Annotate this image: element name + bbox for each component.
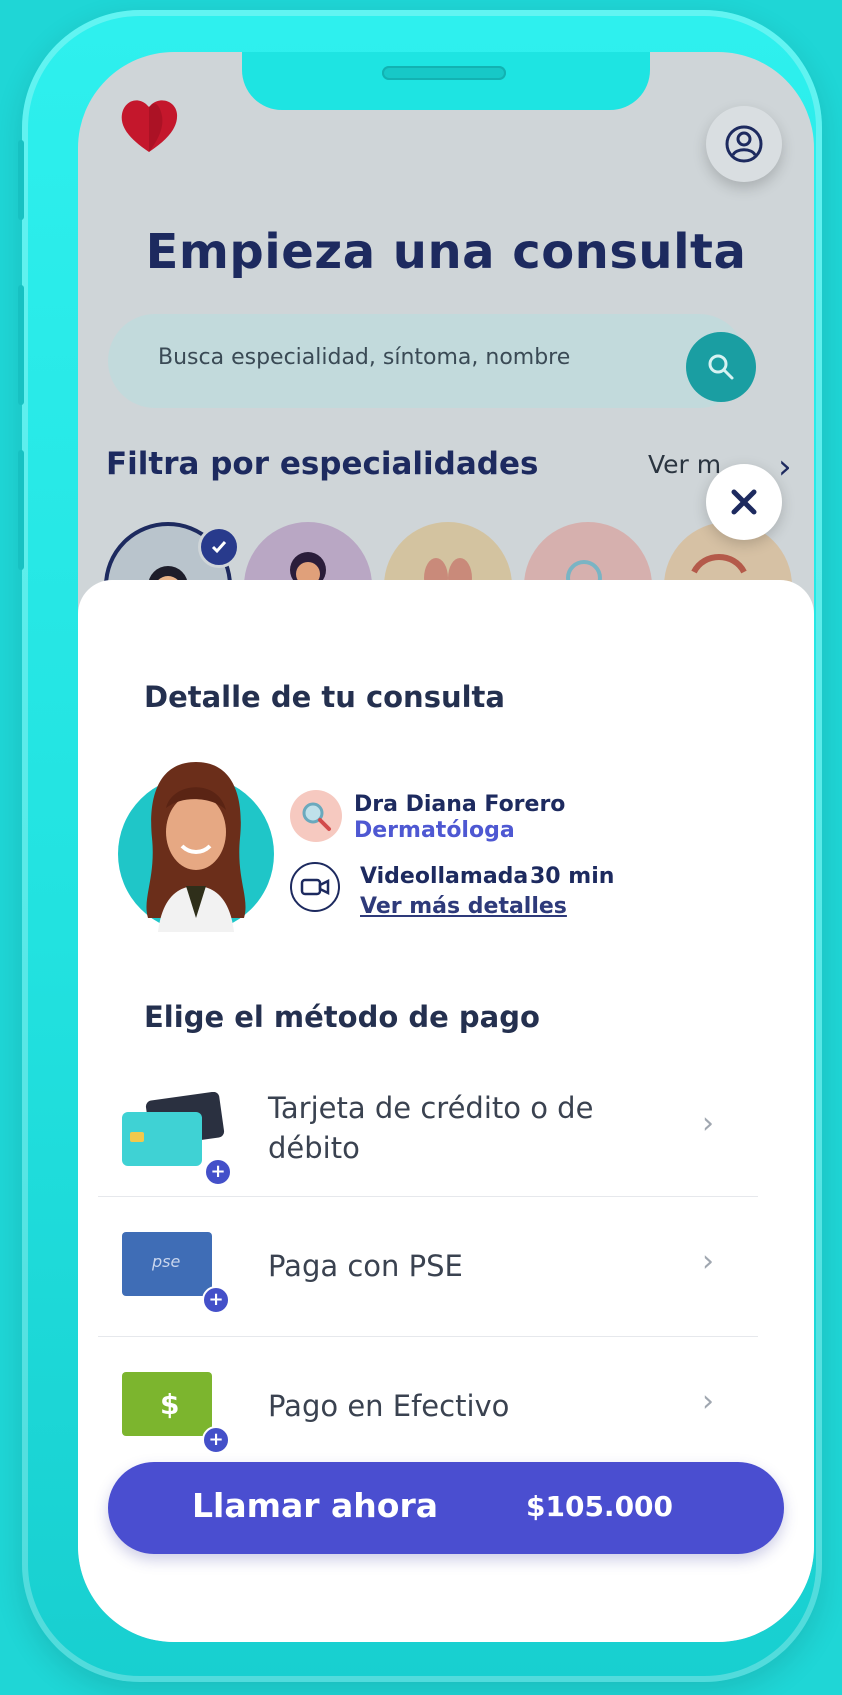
page-title: Empieza una consulta: [145, 224, 747, 280]
profile-button[interactable]: [706, 106, 782, 182]
details-link[interactable]: Ver más detalles: [360, 894, 567, 919]
app-screen: Empieza una consulta Busca especialidad,…: [78, 52, 814, 1642]
cash-icon: $: [122, 1372, 212, 1436]
payment-option-pse[interactable]: pse + Paga con PSE ›: [106, 1200, 786, 1330]
chevron-right-icon: ›: [702, 1106, 714, 1141]
search-button[interactable]: [686, 332, 756, 402]
search-bar[interactable]: Busca especialidad, síntoma, nombre: [108, 314, 756, 408]
chevron-right-icon: ›: [702, 1244, 714, 1279]
close-button[interactable]: [706, 464, 782, 540]
cta-price: $105.000: [526, 1490, 674, 1523]
heart-logo-icon: [118, 96, 180, 156]
divider: [98, 1336, 758, 1337]
see-more-link[interactable]: Ver m: [648, 450, 721, 479]
speaker-grille: [382, 66, 506, 80]
pse-icon: pse: [122, 1232, 212, 1296]
add-icon: +: [202, 1426, 230, 1454]
phone-side-button: [18, 450, 24, 570]
search-input[interactable]: Busca especialidad, síntoma, nombre: [158, 345, 570, 370]
call-now-button[interactable]: Llamar ahora $105.000: [108, 1462, 784, 1554]
detail-title: Detalle de tu consulta: [144, 680, 505, 714]
chevron-right-icon: ›: [702, 1384, 714, 1419]
phone-side-button: [18, 140, 24, 220]
payment-label-card-line1: Tarjeta de crédito o de: [268, 1091, 594, 1125]
doctor-specialty: Dermatóloga: [354, 818, 515, 843]
doctor-avatar: [118, 748, 274, 932]
cash-badge: $: [160, 1388, 180, 1421]
consult-type: Videollamada: [360, 864, 529, 889]
user-icon: [725, 125, 763, 163]
phone-side-button: [18, 285, 24, 405]
chevron-right-icon[interactable]: ›: [778, 447, 792, 487]
payment-option-cash[interactable]: $ + Pago en Efectivo ›: [106, 1340, 786, 1470]
payment-label-cash: Pago en Efectivo: [268, 1389, 510, 1423]
search-icon: [708, 354, 734, 380]
add-icon: +: [204, 1158, 232, 1186]
payment-option-card[interactable]: + Tarjeta de crédito o de débito ›: [106, 1066, 786, 1196]
divider: [98, 1196, 758, 1197]
payment-label-pse: Paga con PSE: [268, 1249, 463, 1283]
doctor-name: Dra Diana Forero: [354, 792, 566, 817]
selected-check-icon: [198, 526, 240, 568]
payment-label-card-line2: débito: [268, 1131, 360, 1165]
video-camera-icon: [290, 862, 340, 912]
close-icon: [731, 489, 757, 515]
phone-notch: [242, 52, 650, 110]
filter-section-title: Filtra por especialidades: [106, 446, 539, 482]
payment-title: Elige el método de pago: [144, 1000, 540, 1034]
pse-badge: pse: [152, 1252, 181, 1271]
dermatology-magnifier-icon: [290, 790, 342, 842]
add-icon: +: [202, 1286, 230, 1314]
consult-duration: 30 min: [530, 864, 615, 889]
cta-label: Llamar ahora: [192, 1486, 439, 1525]
